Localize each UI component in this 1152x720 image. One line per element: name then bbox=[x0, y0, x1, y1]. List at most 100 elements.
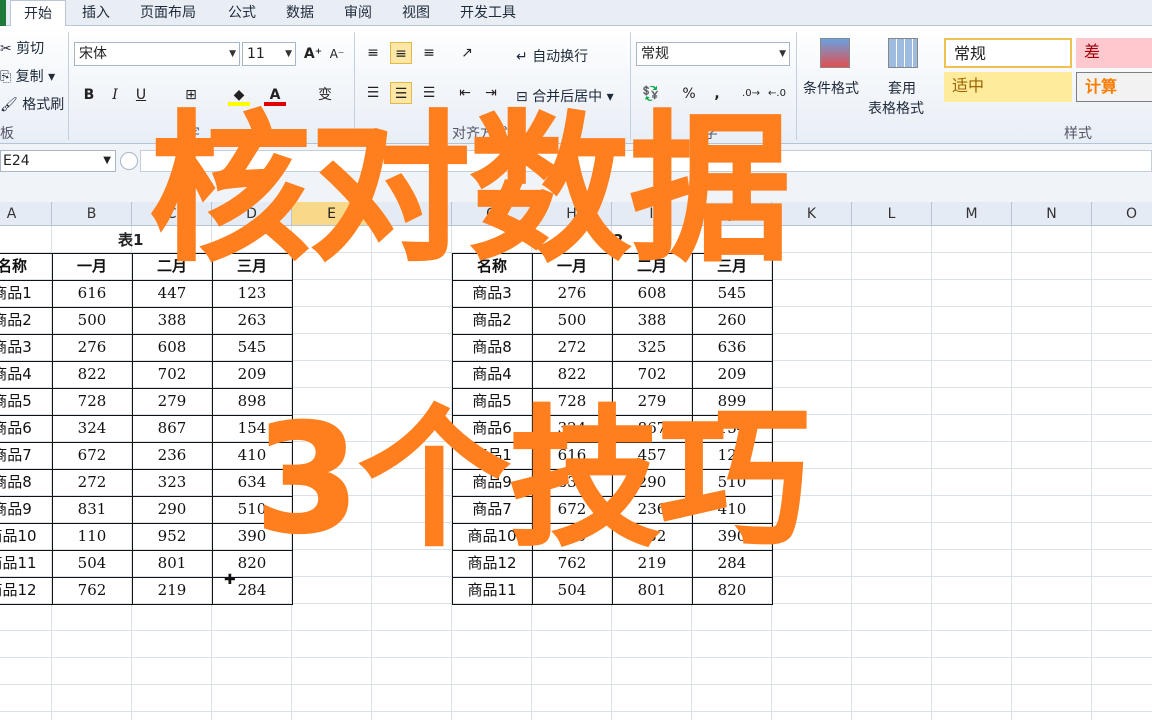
table2-cell[interactable]: 504 bbox=[532, 577, 612, 604]
copy-button[interactable]: ⎘ 复制 ▾ bbox=[0, 66, 55, 86]
table1-cell[interactable]: 263 bbox=[212, 307, 292, 334]
wrap-text-button[interactable]: ↵ 自动换行 bbox=[516, 46, 588, 66]
table1-cell[interactable]: 504 bbox=[52, 550, 132, 577]
table2-cell[interactable]: 商品12 bbox=[452, 550, 532, 577]
table2-cell[interactable]: 276 bbox=[532, 280, 612, 307]
increase-decimal-icon[interactable]: .0→ bbox=[740, 83, 762, 105]
column-header-a[interactable]: A bbox=[0, 202, 52, 226]
table2-cell[interactable]: 商品4 bbox=[452, 361, 532, 388]
table2-cell[interactable]: 商品8 bbox=[452, 334, 532, 361]
decrease-decimal-icon[interactable]: ←.0 bbox=[766, 83, 788, 105]
table1-cell[interactable]: 510 bbox=[212, 496, 292, 523]
cut-button[interactable]: ✂ 剪切 bbox=[0, 38, 44, 58]
grow-font-icon[interactable]: A⁺ bbox=[302, 43, 324, 65]
table2-header-cell[interactable]: 名称 bbox=[452, 253, 532, 280]
font-color-button[interactable]: A bbox=[264, 84, 286, 106]
column-header-n[interactable]: N bbox=[1012, 202, 1092, 226]
table1-cell[interactable]: 276 bbox=[52, 334, 132, 361]
file-tab-edge[interactable] bbox=[0, 0, 6, 26]
table1-cell[interactable]: 110 bbox=[52, 523, 132, 550]
table2-cell[interactable]: 284 bbox=[692, 550, 772, 577]
table1-cell[interactable]: 898 bbox=[212, 388, 292, 415]
table1-cell[interactable]: 608 bbox=[132, 334, 212, 361]
table1-cell[interactable]: 236 bbox=[132, 442, 212, 469]
percent-button[interactable]: % bbox=[678, 83, 700, 105]
table1-cell[interactable]: 154 bbox=[212, 415, 292, 442]
table1-cell[interactable]: 702 bbox=[132, 361, 212, 388]
column-header-k[interactable]: K bbox=[772, 202, 852, 226]
table1-cell[interactable]: 616 bbox=[52, 280, 132, 307]
table1-cell[interactable]: 410 bbox=[212, 442, 292, 469]
tab-review[interactable]: 审阅 bbox=[332, 0, 384, 26]
table2-cell[interactable]: 商品7 bbox=[452, 496, 532, 523]
table1-cell[interactable]: 商品11 bbox=[0, 550, 52, 577]
shrink-font-icon[interactable]: A⁻ bbox=[326, 43, 348, 65]
table1-cell[interactable]: 商品2 bbox=[0, 307, 52, 334]
align-bottom-icon[interactable]: ≡ bbox=[418, 42, 440, 64]
table2-cell[interactable]: 820 bbox=[692, 577, 772, 604]
table2-cell[interactable]: 154 bbox=[692, 415, 772, 442]
currency-icon[interactable]: 💱 bbox=[640, 83, 662, 105]
underline-button[interactable]: U bbox=[130, 84, 152, 106]
table1-cell[interactable]: 822 bbox=[52, 361, 132, 388]
format-painter-button[interactable]: 🖌 格式刷 bbox=[0, 94, 64, 114]
style-calculation[interactable]: 计算 bbox=[1076, 72, 1152, 102]
table2-header-cell[interactable]: 三月 bbox=[692, 253, 772, 280]
table-format-icon[interactable] bbox=[888, 38, 918, 68]
table2-cell[interactable]: 388 bbox=[612, 307, 692, 334]
table2-cell[interactable]: 457 bbox=[612, 442, 692, 469]
table2-cell[interactable]: 商品3 bbox=[452, 280, 532, 307]
column-header-i[interactable]: I bbox=[612, 202, 692, 226]
table2-cell[interactable]: 商品1 bbox=[452, 442, 532, 469]
phonetic-button[interactable]: 变 bbox=[314, 84, 336, 106]
table1-cell[interactable]: 831 bbox=[52, 496, 132, 523]
table1-cell[interactable]: 商品8 bbox=[0, 469, 52, 496]
table1-cell[interactable]: 商品6 bbox=[0, 415, 52, 442]
table1-cell[interactable]: 商品5 bbox=[0, 388, 52, 415]
font-size-select[interactable]: 11 ▼ bbox=[242, 42, 296, 66]
table1-cell[interactable]: 商品4 bbox=[0, 361, 52, 388]
table1-cell[interactable]: 219 bbox=[132, 577, 212, 604]
table2-header-cell[interactable]: 一月 bbox=[532, 253, 612, 280]
style-bad[interactable]: 差 bbox=[1076, 38, 1152, 68]
table2-cell[interactable]: 762 bbox=[532, 550, 612, 577]
table2-cell[interactable]: 410 bbox=[692, 496, 772, 523]
table1-cell[interactable]: 801 bbox=[132, 550, 212, 577]
table2-cell[interactable]: 325 bbox=[612, 334, 692, 361]
table2-cell[interactable]: 商品10 bbox=[452, 523, 532, 550]
table2-cell[interactable]: 209 bbox=[692, 361, 772, 388]
table2-cell[interactable]: 608 bbox=[612, 280, 692, 307]
border-icon[interactable]: ⊞ bbox=[180, 84, 202, 106]
align-top-icon[interactable]: ≡ bbox=[362, 42, 384, 64]
table2-header-cell[interactable]: 二月 bbox=[612, 253, 692, 280]
number-format-select[interactable]: 常规 ▼ bbox=[636, 42, 790, 66]
table2-cell[interactable]: 123 bbox=[692, 442, 772, 469]
style-normal[interactable]: 常规 bbox=[944, 38, 1072, 68]
table1-cell[interactable]: 634 bbox=[212, 469, 292, 496]
column-header-o[interactable]: O bbox=[1092, 202, 1152, 226]
bold-button[interactable]: B bbox=[78, 84, 100, 106]
table2-cell[interactable]: 672 bbox=[532, 496, 612, 523]
align-center-icon[interactable]: ☰ bbox=[390, 82, 412, 104]
table1-cell[interactable]: 279 bbox=[132, 388, 212, 415]
table1-cell[interactable]: 728 bbox=[52, 388, 132, 415]
table2-cell[interactable]: 236 bbox=[612, 496, 692, 523]
table2-cell[interactable]: 636 bbox=[692, 334, 772, 361]
table1-cell[interactable]: 272 bbox=[52, 469, 132, 496]
table2-cell[interactable]: 260 bbox=[692, 307, 772, 334]
table1-cell[interactable]: 290 bbox=[132, 496, 212, 523]
align-right-icon[interactable]: ☰ bbox=[418, 82, 440, 104]
orientation-icon[interactable]: ↗ bbox=[456, 42, 478, 64]
align-left-icon[interactable]: ☰ bbox=[362, 82, 384, 104]
table1-header-cell[interactable]: 名称 bbox=[0, 253, 52, 280]
table1-cell[interactable]: 388 bbox=[132, 307, 212, 334]
column-header-m[interactable]: M bbox=[932, 202, 1012, 226]
table2-cell[interactable]: 867 bbox=[612, 415, 692, 442]
tab-data[interactable]: 数据 bbox=[274, 0, 326, 26]
table2-cell[interactable]: 616 bbox=[532, 442, 612, 469]
table2-cell[interactable]: 324 bbox=[532, 415, 612, 442]
table1-cell[interactable]: 商品9 bbox=[0, 496, 52, 523]
increase-indent-icon[interactable]: ⇥ bbox=[480, 82, 502, 104]
table2-cell[interactable]: 商品2 bbox=[452, 307, 532, 334]
decrease-indent-icon[interactable]: ⇤ bbox=[454, 82, 476, 104]
